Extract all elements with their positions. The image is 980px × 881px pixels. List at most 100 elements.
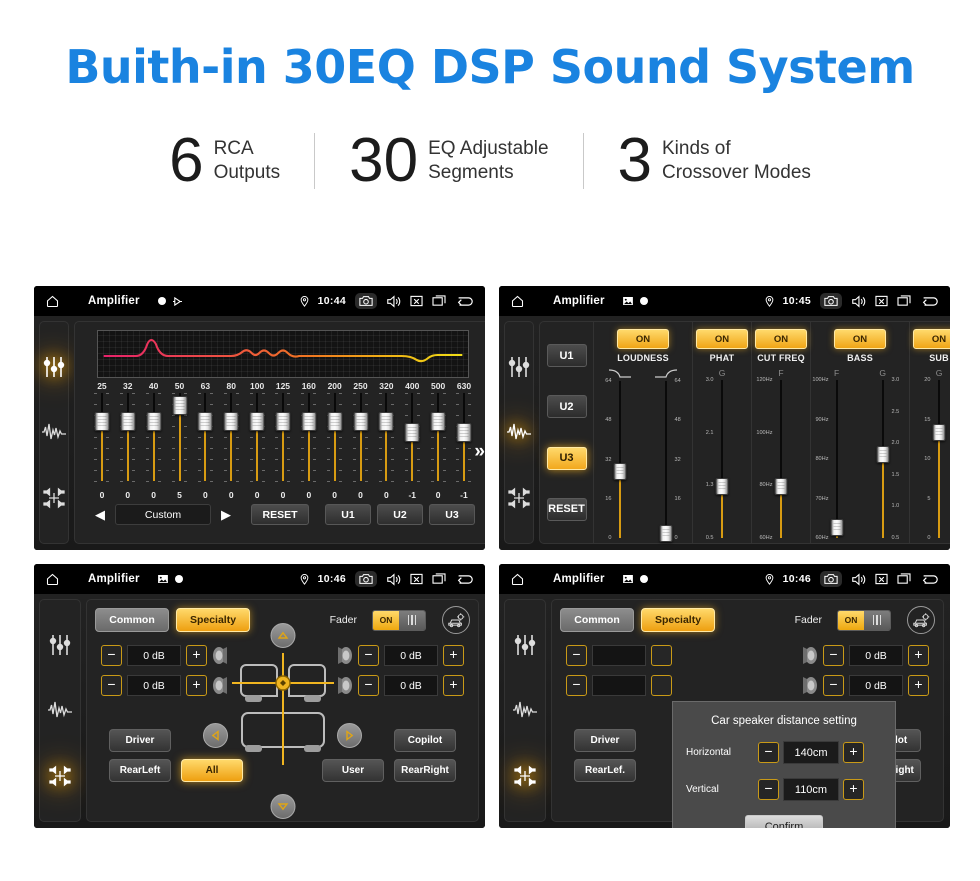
minus-button[interactable]: −: [823, 645, 844, 666]
minus-button[interactable]: −: [101, 645, 122, 666]
eq-band[interactable]: [425, 393, 451, 489]
plus-button[interactable]: +: [843, 742, 864, 763]
confirm-button[interactable]: Confirm: [745, 815, 823, 828]
eq-band[interactable]: [244, 393, 270, 489]
minus-button[interactable]: −: [566, 675, 587, 696]
eq-band-knob[interactable]: [456, 422, 472, 442]
tab-common[interactable]: Common: [560, 608, 634, 632]
equalizer-icon[interactable]: [511, 631, 539, 659]
balance-icon[interactable]: [511, 762, 539, 790]
eq-band-track[interactable]: [249, 393, 265, 482]
eq-band-knob[interactable]: [94, 412, 110, 432]
next-preset-button[interactable]: ▶: [217, 507, 235, 523]
camera-icon[interactable]: [355, 571, 377, 587]
plus-button[interactable]: +: [908, 645, 929, 666]
module-slider-knob[interactable]: [715, 477, 729, 495]
seat-button-driver[interactable]: Driver: [574, 729, 636, 752]
module-toggle-button[interactable]: ON: [755, 329, 807, 349]
eq-band[interactable]: [192, 393, 218, 489]
equalizer-icon[interactable]: [40, 353, 68, 381]
balance-icon[interactable]: [46, 762, 74, 790]
close-box-icon[interactable]: [410, 295, 423, 307]
camera-icon[interactable]: [820, 571, 842, 587]
car-settings-icon[interactable]: [442, 606, 470, 634]
module-toggle-button[interactable]: ON: [834, 329, 886, 349]
balance-icon[interactable]: [505, 484, 533, 512]
tab-specialty[interactable]: Specialty: [641, 608, 715, 632]
volume-icon[interactable]: [851, 572, 866, 586]
eq-band-knob[interactable]: [301, 412, 317, 432]
eq-band[interactable]: [451, 393, 477, 489]
camera-icon[interactable]: [355, 293, 377, 309]
minus-button[interactable]: −: [758, 742, 779, 763]
eq-band[interactable]: [141, 393, 167, 489]
eq-band[interactable]: [322, 393, 348, 489]
eq-band-knob[interactable]: [197, 412, 213, 432]
camera-icon[interactable]: [820, 293, 842, 309]
eq-band[interactable]: [296, 393, 322, 489]
waveform-icon[interactable]: [46, 696, 74, 724]
home-icon[interactable]: [45, 572, 60, 587]
plus-button[interactable]: [651, 645, 672, 666]
preset-u1-button[interactable]: U1: [546, 344, 587, 368]
eq-band-knob[interactable]: [275, 412, 291, 432]
volume-icon[interactable]: [386, 572, 401, 586]
plus-button[interactable]: [651, 675, 672, 696]
module-slider[interactable]: 64 48 32 16 0: [597, 378, 643, 541]
plus-button[interactable]: +: [843, 779, 864, 800]
seat-button-all[interactable]: All: [181, 759, 243, 782]
module-toggle-button[interactable]: ON: [617, 329, 669, 349]
back-arrow-icon[interactable]: [455, 295, 474, 308]
prev-preset-button[interactable]: ◀: [91, 507, 109, 523]
equalizer-icon[interactable]: [46, 631, 74, 659]
back-arrow-icon[interactable]: [920, 295, 939, 308]
module-slider[interactable]: 3.0 2.5 2.0 1.5 1.0 0.5: [860, 377, 906, 541]
close-box-icon[interactable]: [875, 573, 888, 585]
eq-band-track[interactable]: [146, 393, 162, 482]
module-slider[interactable]: 3.0 2.1 1.3 0.5: [699, 377, 745, 541]
more-bands-chevron-icon[interactable]: »: [474, 442, 485, 461]
preset-u3-button[interactable]: U3: [546, 446, 587, 470]
eq-band-track[interactable]: [172, 393, 187, 482]
tab-specialty[interactable]: Specialty: [176, 608, 250, 632]
seat-button-copilot[interactable]: Copilot: [394, 729, 456, 752]
plus-button[interactable]: +: [186, 675, 207, 696]
preset-u1-button[interactable]: U1: [325, 504, 371, 525]
module-slider[interactable]: 100Hz 90Hz 80Hz 70Hz 60Hz: [812, 377, 860, 541]
eq-band-track[interactable]: [456, 393, 472, 482]
preset-u3-button[interactable]: U3: [429, 504, 475, 525]
tab-common[interactable]: Common: [95, 608, 169, 632]
volume-icon[interactable]: [386, 294, 401, 308]
eq-band-track[interactable]: [275, 393, 291, 482]
module-slider-knob[interactable]: [659, 525, 673, 543]
eq-band-knob[interactable]: [353, 412, 369, 432]
minus-button[interactable]: −: [101, 675, 122, 696]
module-slider-knob[interactable]: [774, 477, 788, 495]
eq-band-track[interactable]: [94, 393, 110, 482]
plus-button[interactable]: +: [908, 675, 929, 696]
eq-band-track[interactable]: [301, 393, 317, 482]
seat-button-driver[interactable]: Driver: [109, 729, 171, 752]
plus-button[interactable]: +: [186, 645, 207, 666]
eq-band-track[interactable]: [430, 393, 446, 482]
close-box-icon[interactable]: [875, 295, 888, 307]
plus-button[interactable]: +: [443, 675, 464, 696]
back-arrow-icon[interactable]: [920, 573, 939, 586]
home-icon[interactable]: [510, 572, 525, 587]
module-slider-knob[interactable]: [830, 519, 844, 537]
eq-band[interactable]: [270, 393, 296, 489]
eq-band-knob[interactable]: [223, 412, 239, 432]
minus-button[interactable]: −: [358, 675, 379, 696]
back-arrow-icon[interactable]: [455, 573, 474, 586]
eq-band[interactable]: [218, 393, 244, 489]
up-arrow-icon[interactable]: [270, 623, 295, 648]
waveform-icon[interactable]: [511, 696, 539, 724]
eq-band[interactable]: [115, 393, 141, 489]
eq-band-track[interactable]: [120, 393, 136, 482]
eq-band-track[interactable]: [378, 393, 394, 482]
seat-button-rearright[interactable]: RearRight: [394, 759, 456, 782]
eq-band-knob[interactable]: [327, 412, 343, 432]
reset-button[interactable]: RESET: [251, 504, 309, 525]
reset-button[interactable]: RESET: [546, 497, 587, 521]
module-slider[interactable]: 64 48 32 16 0: [643, 378, 689, 543]
